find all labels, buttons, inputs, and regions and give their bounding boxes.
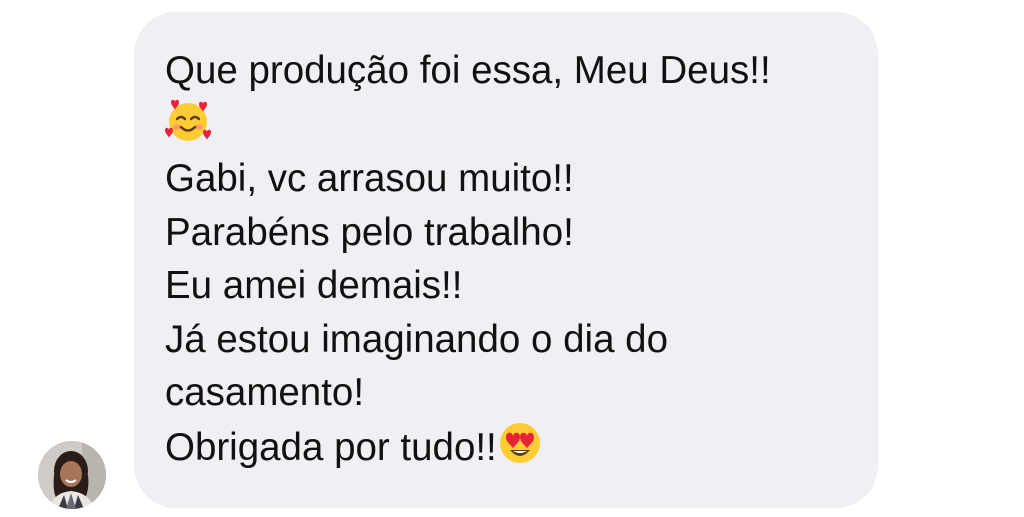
message-line: Que produção foi essa, Meu Deus!! [165,49,771,92]
message-line [165,98,858,153]
smiling-face-with-hearts-emoji-icon [165,98,211,144]
message-line: Já estou imaginando o dia do [165,317,669,361]
chat-view: Que produção foi essa, Meu Deus!! Gabi, … [0,0,1024,517]
heart-eyes-emoji-icon [497,420,543,466]
message-line: casamento! [165,371,365,414]
avatar[interactable] [38,441,106,509]
message-line-text: Obrigada por tudo!! [165,425,497,469]
message-line: Parabéns pelo trabalho! [165,210,574,254]
message-line: Obrigada por tudo!! [165,420,858,475]
message-bubble[interactable]: Que produção foi essa, Meu Deus!! Gabi, … [134,12,878,508]
message-line: Gabi, vc arrasou muito!! [165,157,574,200]
message-line: Eu amei demais!! [165,264,463,307]
profile-photo-icon [38,441,106,509]
